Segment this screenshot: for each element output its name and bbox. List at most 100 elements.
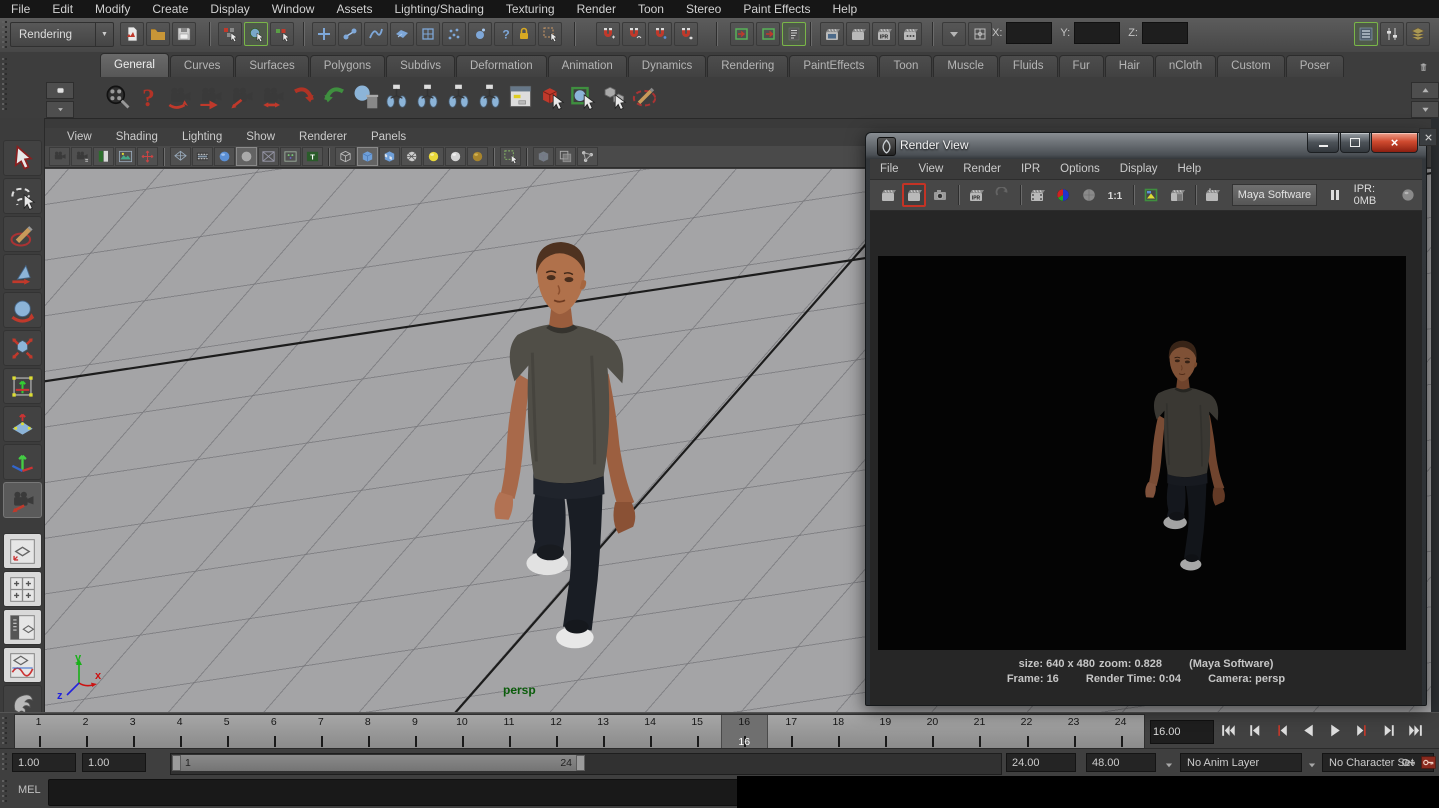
timeline-frame[interactable]: 5 [203,715,250,749]
render-view-menu-item[interactable]: View [909,163,954,175]
shelf-tab[interactable]: nCloth [1155,55,1216,77]
default-lighting-icon[interactable] [423,147,444,166]
show-manipulator-tool-icon[interactable] [3,444,42,480]
universal-manipulator-icon[interactable] [3,368,42,404]
joint-pair-d-icon[interactable] [474,79,505,113]
dropdown-icon[interactable] [1306,757,1318,774]
rotate-tool-icon[interactable] [3,292,42,328]
step-back-frame-icon[interactable] [1241,718,1267,743]
camera-dolly-icon[interactable] [226,79,257,113]
menu-set-dropdown[interactable]: Rendering ▼ [10,22,114,47]
attribute-editor-icon[interactable] [1406,22,1430,46]
timeline-frame[interactable]: 6 [250,715,297,749]
timeline-frame[interactable]: 19 [862,715,909,749]
smooth-shade-icon[interactable] [357,147,378,166]
soft-modification-tool-icon[interactable] [3,406,42,442]
resolution-gate-icon[interactable] [214,147,235,166]
z-coordinate-input[interactable] [1142,22,1188,44]
mask-curves-icon[interactable] [364,22,388,46]
shelf-tab[interactable]: PaintEffects [789,55,878,77]
menu-item[interactable]: Toon [627,0,675,18]
panel-menu-item[interactable]: View [55,131,104,143]
shelf-tab[interactable]: Toon [879,55,932,77]
shelf-tab[interactable]: Fluids [999,55,1058,77]
grid-toggle-icon[interactable] [170,147,191,166]
current-time-field[interactable] [1150,720,1214,744]
select-tool-icon[interactable] [3,140,42,176]
rangebar-grip[interactable] [1,753,8,773]
x-coordinate-input[interactable] [1006,22,1052,44]
timeline-ruler[interactable]: 1234567891011121314151616171819202122232… [14,714,1145,750]
snap-curve-icon[interactable] [622,22,646,46]
playback-start-field[interactable] [82,753,146,772]
mini-arrow-icon[interactable] [46,101,74,118]
minimize-button[interactable] [1307,133,1339,153]
maximize-button[interactable] [1340,133,1370,153]
auto-key-icon[interactable] [1420,758,1437,775]
ipr-ball-icon[interactable] [1396,183,1420,207]
rendered-image[interactable] [878,256,1406,650]
render-view-menu-item[interactable]: Display [1110,163,1168,175]
joint-pair-a-icon[interactable] [381,79,412,113]
snap-grid-icon[interactable] [596,22,620,46]
shadows-icon[interactable] [467,147,488,166]
select-by-hierarchy-icon[interactable] [218,22,242,46]
remove-image-icon[interactable] [1165,183,1189,207]
timeline-frame[interactable]: 11 [485,715,532,749]
menu-item[interactable]: Edit [41,0,84,18]
panel-menu-item[interactable]: Shading [104,131,170,143]
panel-close-icon[interactable] [1419,128,1437,146]
layout-single-pane-icon[interactable] [3,533,42,569]
timeline-frame[interactable]: 1616 [721,715,768,749]
mask-handles-icon[interactable] [312,22,336,46]
timeline-frame[interactable]: 7 [297,715,344,749]
one-to-one-icon[interactable]: 1:1 [1103,183,1127,207]
xray-icon[interactable] [533,147,554,166]
shelf-trash-icon[interactable] [1412,56,1434,78]
timeline-frame[interactable]: 18 [815,715,862,749]
range-start-handle[interactable] [172,755,181,771]
film-magnifier-icon[interactable] [102,79,133,113]
animation-start-field[interactable] [12,753,76,772]
snapshot-icon[interactable] [928,183,952,207]
timeline-frame[interactable]: 10 [438,715,485,749]
gate-mask-icon[interactable] [236,147,257,166]
render-view-menu-item[interactable]: File [870,163,909,175]
mini-shelf-icon[interactable] [46,82,74,99]
shelf-tab[interactable]: Animation [548,55,627,77]
timeline-frame[interactable]: 8 [344,715,391,749]
step-forward-frame-icon[interactable] [1376,718,1402,743]
timeline-frame[interactable]: 23 [1050,715,1097,749]
mask-surfaces-icon[interactable] [390,22,414,46]
mask-joints-icon[interactable] [338,22,362,46]
menu-item[interactable]: Window [261,0,326,18]
camera-attributes-icon[interactable] [71,147,92,166]
ipr-render-icon[interactable]: IPR [872,22,896,46]
step-back-key-icon[interactable] [1268,718,1294,743]
render-view-menu-item[interactable]: Render [953,163,1011,175]
playback-end-field[interactable] [1006,753,1076,772]
save-scene-icon[interactable] [172,22,196,46]
lock-selection-icon[interactable] [512,22,536,46]
brush-circle-icon[interactable] [629,79,660,113]
menu-item[interactable]: File [0,0,41,18]
redo-arrow-icon[interactable] [319,79,350,113]
timeline-frame[interactable]: 20 [909,715,956,749]
timeline-frame[interactable]: 9 [391,715,438,749]
open-scene-icon[interactable] [146,22,170,46]
highlight-selection-icon[interactable] [538,22,562,46]
shelf-tab[interactable]: Subdivs [386,55,455,77]
timeline-frame[interactable]: 14 [627,715,674,749]
timeline-frame[interactable]: 15 [674,715,721,749]
menu-item[interactable]: Create [141,0,199,18]
play-forwards-icon[interactable] [1322,718,1348,743]
textured-icon[interactable] [379,147,400,166]
keep-image-icon[interactable]: " [1200,183,1224,207]
region-render-icon[interactable] [1025,183,1049,207]
mel-label[interactable]: MEL [18,784,41,796]
tool-settings-icon[interactable] [1380,22,1404,46]
select-by-component-icon[interactable] [270,22,294,46]
menu-item[interactable]: Assets [325,0,383,18]
red-question-icon[interactable]: ? [133,79,164,113]
camera-orbit-icon[interactable] [164,79,195,113]
